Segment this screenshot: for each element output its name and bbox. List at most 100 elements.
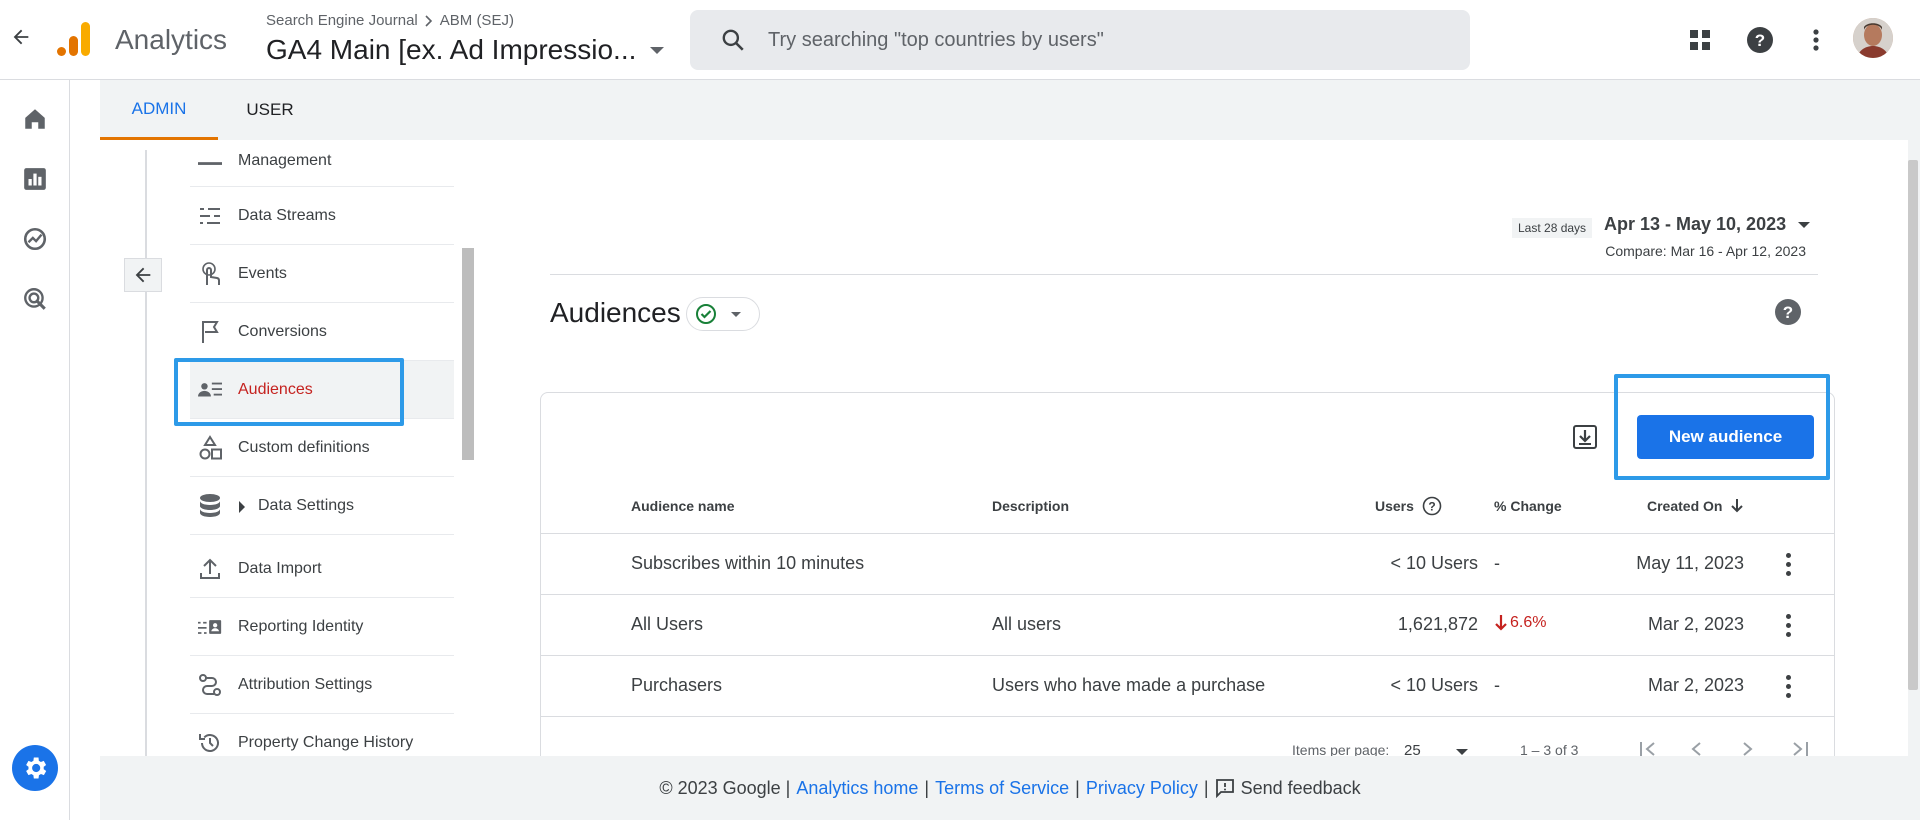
reports-icon[interactable]	[22, 166, 48, 192]
nav-item-events[interactable]: Events	[190, 245, 454, 303]
row-more-icon[interactable]	[1778, 611, 1798, 639]
tab-admin[interactable]: ADMIN	[100, 80, 218, 140]
upload-icon	[198, 557, 222, 581]
table-row[interactable]: All Users All users 1,621,872 6.6% Mar 2…	[541, 594, 1834, 655]
date-range-picker[interactable]: Apr 13 - May 10, 2023	[1604, 214, 1811, 235]
table-row[interactable]: Purchasers Users who have made a purchas…	[541, 655, 1834, 716]
search-icon	[722, 29, 744, 51]
footer: © 2023 Google | Analytics home | Terms o…	[100, 756, 1920, 820]
property-selector[interactable]: GA4 Main [ex. Ad Impressio...	[266, 34, 665, 66]
compare-range: Compare: Mar 16 - Apr 12, 2023	[1605, 243, 1806, 259]
page-title: Audiences	[550, 297, 681, 328]
footer-link-terms[interactable]: Terms of Service	[935, 778, 1069, 799]
breadcrumb-account[interactable]: Search Engine Journal	[266, 12, 418, 29]
cell-users: 1,621,872	[1397, 614, 1478, 634]
property-name: GA4 Main [ex. Ad Impressio...	[266, 34, 637, 65]
cell-change: -	[1494, 675, 1500, 695]
back-arrow-icon[interactable]	[10, 26, 32, 48]
nav-item-conversions[interactable]: Conversions	[190, 303, 454, 361]
breadcrumb-property[interactable]: ABM (SEJ)	[440, 12, 514, 29]
audiences-highlight-box	[174, 358, 404, 426]
advertising-icon[interactable]	[22, 286, 48, 312]
date-preset-badge: Last 28 days	[1512, 218, 1593, 238]
svg-text:?: ?	[1755, 31, 1765, 50]
sort-down-arrow-icon	[1731, 499, 1744, 513]
arrow-left-icon	[135, 267, 151, 283]
feedback-icon	[1215, 779, 1234, 798]
more-vert-icon[interactable]	[1802, 26, 1830, 54]
nav-item-label: Data Import	[238, 559, 322, 577]
cell-created: Mar 2, 2023	[1647, 614, 1744, 634]
data-streams-icon	[198, 204, 222, 228]
nav-item-label: Conversions	[238, 322, 327, 340]
prev-page-icon[interactable]	[1690, 742, 1702, 756]
row-more-icon[interactable]	[1778, 550, 1798, 578]
arrow-down-icon	[1495, 615, 1507, 631]
column-header-change[interactable]: % Change	[1494, 498, 1562, 514]
cell-description: Users who have made a purchase	[992, 675, 1266, 695]
nav-item-data-streams[interactable]: Data Streams	[190, 187, 454, 245]
change-value: 6.6%	[1510, 614, 1547, 631]
nav-item-management[interactable]: Management	[190, 140, 454, 187]
collapse-nav-button[interactable]	[124, 258, 162, 292]
search-input[interactable]	[768, 28, 1388, 52]
send-feedback-label: Send feedback	[1240, 777, 1361, 798]
nav-item-reporting-identity[interactable]: Reporting Identity	[190, 598, 454, 656]
tab-user[interactable]: USER	[218, 80, 322, 140]
cell-change: -	[1494, 553, 1500, 573]
nav-item-attribution-settings[interactable]: Attribution Settings	[190, 656, 454, 714]
nav-item-label: Reporting Identity	[238, 617, 364, 635]
search-bar[interactable]	[690, 10, 1470, 70]
cell-name[interactable]: Subscribes within 10 minutes	[631, 553, 864, 574]
last-page-icon[interactable]	[1790, 742, 1810, 756]
footer-link-privacy[interactable]: Privacy Policy	[1086, 778, 1198, 799]
send-feedback-button[interactable]: Send feedback	[1215, 778, 1361, 799]
nav-item-label: Events	[238, 264, 287, 282]
new-audience-highlight-box	[1614, 374, 1830, 480]
help-icon[interactable]: ?	[1774, 298, 1802, 331]
explore-icon[interactable]	[22, 226, 48, 252]
left-rail	[0, 80, 70, 820]
nav-item-data-import[interactable]: Data Import	[190, 540, 454, 598]
nav-item-label: Attribution Settings	[238, 675, 373, 693]
nav-item-label: Data Streams	[238, 206, 336, 224]
help-outline-icon[interactable]: ?	[1422, 496, 1442, 516]
column-header-description[interactable]: Description	[992, 498, 1069, 514]
breadcrumb[interactable]: Search Engine Journal ABM (SEJ)	[266, 12, 514, 29]
cell-name[interactable]: Purchasers	[631, 675, 722, 696]
top-header: Analytics Search Engine Journal ABM (SEJ…	[0, 0, 1920, 80]
date-range-label: Apr 13 - May 10, 2023	[1604, 214, 1787, 234]
table-row[interactable]: Subscribes within 10 minutes < 10 Users …	[541, 533, 1834, 594]
apps-grid-icon[interactable]	[1686, 26, 1714, 54]
caret-down-icon[interactable]	[1456, 749, 1468, 755]
admin-gear-icon[interactable]	[12, 745, 58, 791]
status-dropdown[interactable]	[686, 297, 760, 331]
cell-users: < 10 Users	[1390, 553, 1478, 573]
footer-link-analytics-home[interactable]: Analytics home	[796, 778, 918, 799]
cell-created: May 11, 2023	[1636, 553, 1744, 573]
cell-users: < 10 Users	[1390, 675, 1478, 695]
nav-item-label: Custom definitions	[238, 438, 370, 456]
history-icon	[198, 731, 222, 755]
home-icon[interactable]	[22, 106, 48, 132]
expand-arrow-icon[interactable]	[238, 501, 246, 513]
app-name[interactable]: Analytics	[115, 24, 227, 56]
svg-text:?: ?	[1783, 303, 1793, 322]
analytics-logo-icon[interactable]	[56, 20, 92, 58]
avatar[interactable]	[1853, 18, 1893, 58]
download-icon[interactable]	[1572, 424, 1598, 455]
first-page-icon[interactable]	[1638, 742, 1658, 756]
cell-name[interactable]: All Users	[631, 614, 703, 635]
nav-item-custom-definitions[interactable]: Custom definitions	[190, 419, 454, 477]
help-icon[interactable]: ?	[1746, 26, 1774, 54]
cell-created: Mar 2, 2023	[1647, 675, 1744, 695]
column-header-created[interactable]: Created On	[1647, 498, 1744, 514]
page-scrollbar[interactable]	[1908, 160, 1918, 690]
nav-item-data-settings[interactable]: Data Settings	[190, 477, 454, 535]
nav-item-label: Data Settings	[258, 496, 355, 514]
column-header-name[interactable]: Audience name	[631, 498, 734, 514]
nav-scrollbar[interactable]	[462, 248, 474, 460]
row-more-icon[interactable]	[1778, 672, 1798, 700]
next-page-icon[interactable]	[1742, 742, 1754, 756]
column-header-users[interactable]: Users ?	[1375, 496, 1442, 516]
